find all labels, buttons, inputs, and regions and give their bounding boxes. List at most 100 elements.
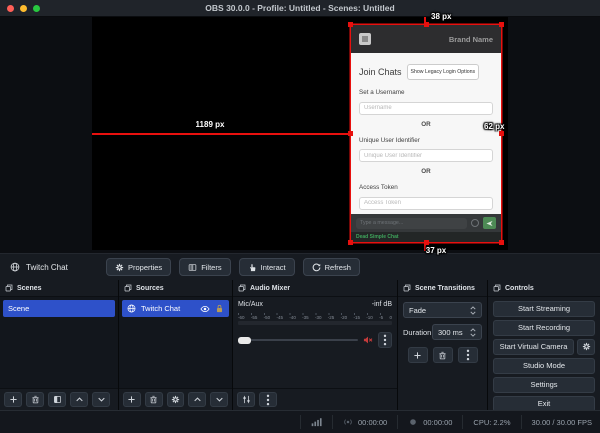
dock-icon — [5, 284, 13, 292]
mixer-menu-button[interactable] — [259, 392, 277, 407]
speaker-muted-icon[interactable] — [363, 335, 373, 345]
status-bar: 00:00:00 00:00:00 CPU: 2.2% 30.00 / 30.0… — [0, 410, 600, 433]
mixer-options-button[interactable] — [378, 332, 392, 348]
add-transition-button[interactable] — [408, 347, 428, 363]
record-timer: 00:00:00 — [397, 415, 462, 429]
studio-mode-button[interactable]: Studio Mode — [493, 358, 595, 374]
trash-icon — [438, 351, 447, 360]
transition-select[interactable]: Fade — [403, 302, 482, 318]
duration-spinbox[interactable]: 300 ms — [432, 324, 482, 340]
filter-icon — [188, 263, 197, 272]
refresh-button[interactable]: Refresh — [303, 258, 360, 276]
minimize-window-button[interactable] — [20, 5, 27, 12]
move-scene-up-button[interactable] — [70, 392, 88, 407]
gear-icon — [171, 395, 180, 404]
scene-list-item[interactable]: Scene — [3, 300, 115, 317]
start-virtual-camera-button[interactable]: Start Virtual Camera — [493, 339, 574, 355]
add-scene-button[interactable] — [4, 392, 22, 407]
remove-scene-button[interactable] — [26, 392, 44, 407]
preview-area: Brand Name Join Chats Show Legacy Login … — [0, 17, 600, 253]
chevron-up-icon — [193, 395, 202, 404]
gear-icon — [115, 263, 124, 272]
legacy-login-button[interactable]: Show Legacy Login Options — [407, 64, 480, 80]
sources-dock-title: Sources — [136, 285, 164, 292]
browser-source-widget[interactable]: Brand Name Join Chats Show Legacy Login … — [351, 25, 501, 242]
measure-line-top — [424, 17, 426, 26]
volume-slider-handle[interactable] — [238, 337, 251, 344]
start-recording-button[interactable]: Start Recording — [493, 320, 595, 336]
properties-label: Properties — [128, 263, 162, 272]
visibility-eye-icon[interactable] — [200, 304, 210, 314]
interact-button[interactable]: Interact — [239, 258, 295, 276]
settings-button[interactable]: Settings — [493, 377, 595, 393]
cpu-label: CPU: 2.2% — [473, 418, 510, 427]
interact-label: Interact — [261, 263, 286, 272]
chevron-down-icon — [215, 395, 224, 404]
controls-dock-title: Controls — [505, 285, 534, 292]
virtual-camera-settings-button[interactable] — [577, 339, 595, 355]
maximize-window-button[interactable] — [33, 5, 40, 12]
filters-button[interactable]: Filters — [179, 258, 230, 276]
transition-options-button[interactable] — [458, 347, 478, 363]
dock-icon — [403, 284, 411, 292]
brand-name: Brand Name — [449, 35, 493, 44]
sources-dock: Sources Twitch Chat — [119, 280, 233, 410]
audio-channel-name: Mic/Aux — [238, 301, 263, 308]
audio-volume-meter — [238, 321, 392, 325]
move-source-down-button[interactable] — [210, 392, 228, 407]
remove-transition-button[interactable] — [433, 347, 453, 363]
start-streaming-button[interactable]: Start Streaming — [493, 301, 595, 317]
globe-icon — [127, 304, 136, 313]
emoji-icon[interactable] — [471, 219, 479, 227]
refresh-label: Refresh — [325, 263, 351, 272]
fps-label: 30.00 / 30.00 FPS — [532, 418, 592, 427]
uid-input[interactable] — [359, 149, 493, 162]
globe-icon — [10, 262, 20, 272]
volume-slider[interactable] — [238, 339, 358, 341]
source-name-label: Twitch Chat — [26, 263, 68, 272]
resize-handle[interactable] — [499, 131, 504, 136]
advanced-audio-button[interactable] — [237, 392, 255, 407]
audio-mixer-toolbar — [233, 388, 397, 410]
message-input[interactable]: Type a message... — [356, 218, 467, 229]
resize-handle[interactable] — [499, 240, 504, 245]
traffic-lights — [7, 5, 40, 12]
scenes-dock-header: Scenes — [0, 280, 118, 297]
dead-simple-chat-credit: Dead Simple Chat — [356, 234, 399, 240]
hamburger-menu-icon[interactable] — [359, 33, 371, 45]
dock-icon — [238, 284, 246, 292]
source-properties-button[interactable] — [167, 392, 185, 407]
measure-label-bottom: 37 px — [416, 246, 456, 255]
trash-icon — [149, 395, 158, 404]
chevron-down-icon — [97, 395, 106, 404]
move-source-up-button[interactable] — [188, 392, 206, 407]
resize-handle[interactable] — [348, 22, 353, 27]
select-chevrons-icon — [470, 306, 476, 315]
resize-handle[interactable] — [499, 22, 504, 27]
measure-line-width — [92, 133, 351, 135]
close-window-button[interactable] — [7, 5, 14, 12]
scenes-dock: Scenes Scene — [0, 280, 119, 410]
properties-button[interactable]: Properties — [106, 258, 171, 276]
audio-level-db: -inf dB — [372, 301, 392, 308]
audio-meter-scale: -60-55-50-45-40-35-30-25-20-15-10-50 — [238, 311, 392, 320]
duration-label: Duration — [403, 328, 431, 337]
dock-icon — [124, 284, 132, 292]
audio-mixer-dock-title: Audio Mixer — [250, 285, 290, 292]
scene-grid-mode-button[interactable] — [48, 392, 66, 407]
record-time: 00:00:00 — [423, 418, 452, 427]
send-button[interactable] — [483, 217, 496, 229]
add-source-button[interactable] — [123, 392, 141, 407]
stream-time: 00:00:00 — [358, 418, 387, 427]
source-list-item[interactable]: Twitch Chat — [122, 300, 229, 317]
access-token-input[interactable] — [359, 197, 493, 210]
controls-dock: Controls Start Streaming Start Recording… — [488, 280, 600, 410]
audio-mixer-body: Mic/Aux -inf dB -60-55-50-45-40-35-30-25… — [233, 297, 397, 388]
lock-icon[interactable] — [215, 304, 224, 313]
username-input[interactable] — [359, 102, 493, 115]
move-scene-down-button[interactable] — [92, 392, 110, 407]
sources-toolbar — [119, 388, 232, 410]
measure-label-width: 1189 px — [150, 120, 270, 129]
remove-source-button[interactable] — [145, 392, 163, 407]
resize-handle[interactable] — [348, 240, 353, 245]
